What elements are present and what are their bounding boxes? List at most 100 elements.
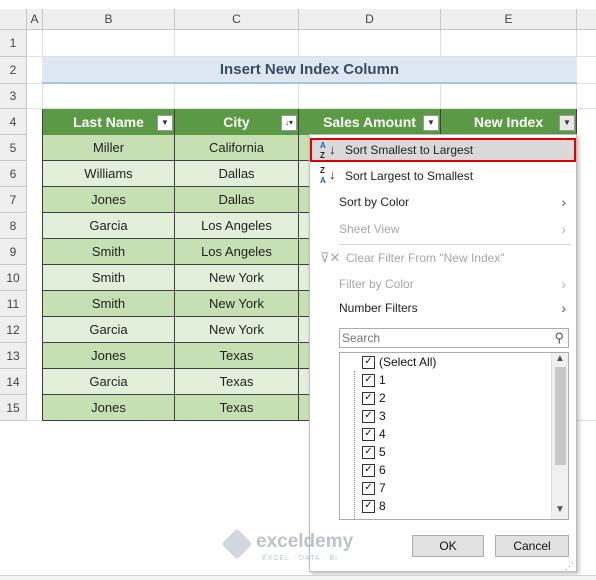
sort-ascending-item[interactable]: A Z ↓ Sort Smallest to Largest xyxy=(310,138,576,162)
row-header[interactable]: 6 xyxy=(0,161,27,187)
sheet-title[interactable]: Insert New Index Column xyxy=(42,57,577,84)
checkbox-checked-icon: ✓ xyxy=(362,464,375,478)
cell-last-name[interactable]: Garcia xyxy=(42,369,175,395)
row-header[interactable]: 9 xyxy=(0,239,27,265)
number-filters-label: Number Filters xyxy=(339,301,418,315)
value-label: 4 xyxy=(379,427,386,441)
row-header[interactable]: 10 xyxy=(0,265,27,291)
search-box[interactable]: ⚲ xyxy=(339,328,569,348)
value-label: 7 xyxy=(379,481,386,495)
value-checkbox[interactable]: ✓ 4 xyxy=(362,425,386,443)
cell-last-name[interactable]: Garcia xyxy=(42,317,175,343)
cell-city[interactable]: Texas xyxy=(175,369,299,395)
value-checkbox[interactable]: ✓ 3 xyxy=(362,407,386,425)
value-checkbox[interactable]: ✓ 5 xyxy=(362,443,386,461)
value-checkbox[interactable]: ✓ 1 xyxy=(362,371,386,389)
checkbox-checked-icon: ✓ xyxy=(362,374,375,388)
sort-icon-letter-bottom: A xyxy=(320,176,326,185)
select-all-label: (Select All) xyxy=(379,355,437,369)
value-label: 1 xyxy=(379,373,386,387)
row-header[interactable]: 7 xyxy=(0,187,27,213)
value-checkbox[interactable]: ✓ 2 xyxy=(362,389,386,407)
cell-city[interactable]: New York xyxy=(175,265,299,291)
row-header[interactable]: 4 xyxy=(0,109,27,135)
cell-city[interactable]: Los Angeles xyxy=(175,239,299,265)
cell-last-name[interactable]: Jones xyxy=(42,343,175,369)
row-header[interactable]: 15 xyxy=(0,395,27,421)
cell-city[interactable]: Los Angeles xyxy=(175,213,299,239)
row-header[interactable]: 3 xyxy=(0,84,27,109)
cancel-button[interactable]: Cancel xyxy=(495,535,569,557)
cell-city[interactable]: Texas xyxy=(175,395,299,421)
row-header[interactable]: 8 xyxy=(0,213,27,239)
chevron-right-icon: › xyxy=(561,300,566,316)
sheet-view-item[interactable]: Sheet View › xyxy=(310,218,576,240)
column-header-b[interactable]: B xyxy=(43,9,175,30)
scroll-up-icon[interactable]: ▲ xyxy=(555,353,565,364)
header-last-name[interactable]: Last Name xyxy=(42,109,175,135)
column-header-rest xyxy=(577,9,596,30)
exceldemy-logo-icon xyxy=(221,528,253,560)
cell-last-name[interactable]: Smith xyxy=(42,239,175,265)
column-header-d[interactable]: D xyxy=(299,9,441,30)
sort-icon-letter-top: Z xyxy=(320,166,325,175)
number-filters-item[interactable]: Number Filters › xyxy=(310,297,576,319)
column-header-e[interactable]: E xyxy=(441,9,577,30)
cell-last-name[interactable]: Jones xyxy=(42,395,175,421)
row-header[interactable]: 13 xyxy=(0,343,27,369)
column-header-c[interactable]: C xyxy=(175,9,299,30)
value-label: 3 xyxy=(379,409,386,423)
header-sales-amount[interactable]: Sales Amount xyxy=(299,109,441,135)
cell-city[interactable]: New York xyxy=(175,291,299,317)
value-checkbox[interactable]: ✓ 6 xyxy=(362,461,386,479)
row-header[interactable]: 1 xyxy=(0,30,27,57)
cell-city[interactable]: Texas xyxy=(175,343,299,369)
resize-grip-icon[interactable]: ⋰ xyxy=(565,562,574,571)
checkbox-checked-icon: ✓ xyxy=(362,410,375,424)
filter-by-color-item[interactable]: Filter by Color › xyxy=(310,273,576,295)
ok-button[interactable]: OK xyxy=(412,535,484,557)
select-all-corner[interactable] xyxy=(0,9,27,30)
clear-filter-label: Clear Filter From "New Index" xyxy=(346,251,505,265)
clear-filter-item[interactable]: ⊽✕ Clear Filter From "New Index" xyxy=(310,247,576,269)
value-checkbox[interactable]: ✓ 7 xyxy=(362,479,386,497)
filter-dropdown-icon[interactable]: ▼ xyxy=(559,115,575,131)
cell-last-name[interactable]: Garcia xyxy=(42,213,175,239)
sort-ascending-label: Sort Smallest to Largest xyxy=(345,143,474,157)
sorted-filter-icon[interactable]: ↓▾ xyxy=(281,115,297,131)
value-checklist: ✓ (Select All) ✓ 1 ✓ 2 ✓ 3 ✓ 4 ✓ 5 ✓ 6 ✓ 7 ✓ 8 ▲ … xyxy=(339,352,569,520)
cell-city[interactable]: California xyxy=(175,135,299,161)
value-label: 5 xyxy=(379,445,386,459)
sort-by-color-item[interactable]: Sort by Color › xyxy=(310,191,576,213)
cell-city[interactable]: Dallas xyxy=(175,187,299,213)
filter-dropdown-icon[interactable]: ▼ xyxy=(157,115,173,131)
cell-last-name[interactable]: Williams xyxy=(42,161,175,187)
watermark-name: exceldemy xyxy=(256,531,354,552)
sort-descending-item[interactable]: Z A ↓ Sort Largest to Smallest xyxy=(310,165,576,187)
row-header[interactable]: 12 xyxy=(0,317,27,343)
sort-icon-letter-bottom: Z xyxy=(320,151,325,160)
cell-city[interactable]: New York xyxy=(175,317,299,343)
scroll-down-icon[interactable]: ▼ xyxy=(555,504,565,515)
select-all-checkbox[interactable]: ✓ (Select All) xyxy=(362,353,436,371)
search-input[interactable] xyxy=(342,330,542,346)
filter-dropdown-icon[interactable]: ▼ xyxy=(423,115,439,131)
row-header[interactable]: 14 xyxy=(0,369,27,395)
row-header[interactable]: 11 xyxy=(0,291,27,317)
cell-last-name[interactable]: Jones xyxy=(42,187,175,213)
cell-city[interactable]: Dallas xyxy=(175,161,299,187)
header-new-index[interactable]: New Index xyxy=(441,109,577,135)
row-header[interactable]: 5 xyxy=(0,135,27,161)
cell-last-name[interactable]: Smith xyxy=(42,291,175,317)
scrollbar-thumb[interactable] xyxy=(555,367,566,465)
list-scrollbar[interactable]: ▲ ▼ xyxy=(551,353,568,519)
filter-by-color-label: Filter by Color xyxy=(339,277,414,291)
cell-last-name[interactable]: Smith xyxy=(42,265,175,291)
sort-by-color-label: Sort by Color xyxy=(339,195,410,209)
sort-descending-icon: Z A ↓ xyxy=(320,166,338,186)
value-checkbox[interactable]: ✓ 8 xyxy=(362,497,386,515)
search-icon[interactable]: ⚲ xyxy=(554,329,564,347)
row-header[interactable]: 2 xyxy=(0,57,27,84)
column-header-a[interactable]: A xyxy=(27,9,43,30)
cell-last-name[interactable]: Miller xyxy=(42,135,175,161)
